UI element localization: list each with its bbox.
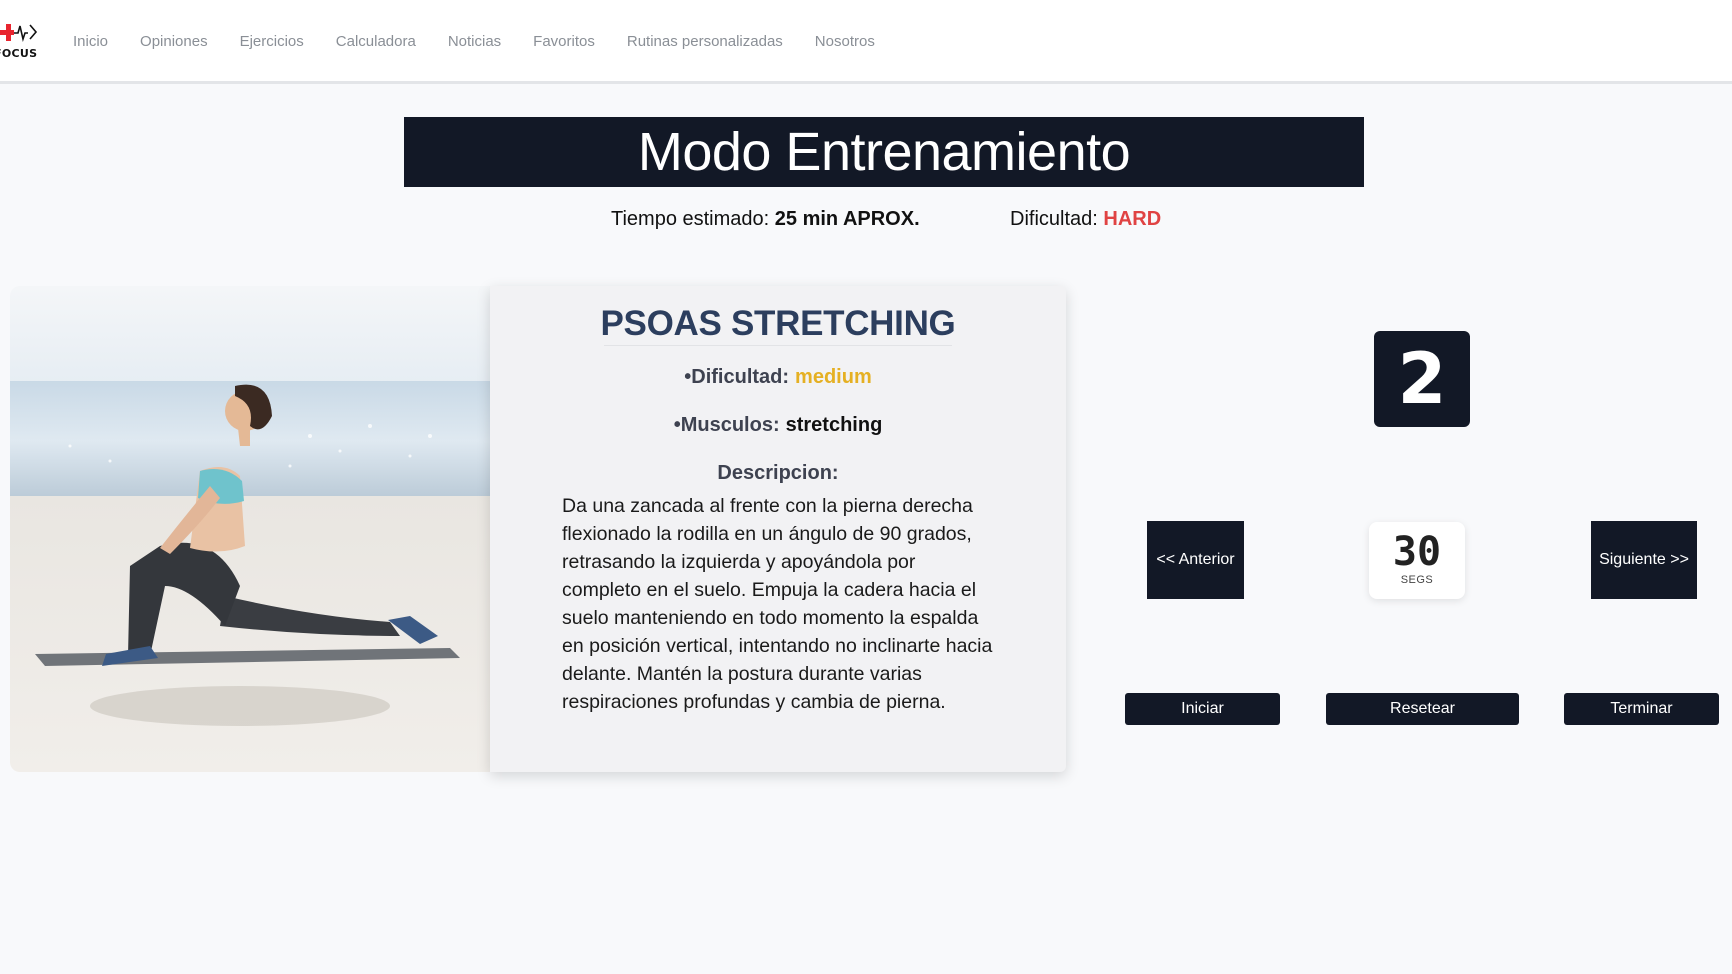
countdown-timer: 30 SEGS <box>1369 522 1465 599</box>
previous-exercise-button[interactable]: << Anterior <box>1147 521 1244 599</box>
workout-difficulty-value: HARD <box>1103 208 1162 230</box>
workout-meta: Tiempo estimado: 25 min APROX. Dificulta… <box>0 208 1732 234</box>
exercise-info-card: PSOAS STRETCHING •Dificultad: medium •Mus… <box>490 286 1066 772</box>
next-exercise-button[interactable]: Siguiente >> <box>1591 521 1697 599</box>
nav-item-calculadora[interactable]: Calculadora <box>336 33 416 50</box>
exercise-name: PSOAS STRETCHING <box>600 304 956 343</box>
exercise-muscles-value: stretching <box>785 414 883 436</box>
divider <box>604 345 952 346</box>
navbar: FOCUS Inicio Opiniones Ejercicios Calcul… <box>0 0 1732 84</box>
page-title-bar: Modo Entrenamiento <box>404 117 1364 187</box>
nav-item-opiniones[interactable]: Opiniones <box>140 33 208 50</box>
nav-item-ejercicios[interactable]: Ejercicios <box>240 33 304 50</box>
nav-item-rutinas-personalizadas[interactable]: Rutinas personalizadas <box>627 33 783 50</box>
timer-unit: SEGS <box>1400 574 1434 586</box>
start-button[interactable]: Iniciar <box>1125 693 1280 725</box>
reset-button[interactable]: Resetear <box>1326 693 1519 725</box>
estimated-time: Tiempo estimado: 25 min APROX. <box>611 208 920 231</box>
nav-item-favoritos[interactable]: Favoritos <box>533 33 595 50</box>
finish-button[interactable]: Terminar <box>1564 693 1719 725</box>
estimated-time-label: Tiempo estimado: <box>611 208 770 230</box>
workout-difficulty-label: Dificultad: <box>1010 208 1098 230</box>
nav-item-nosotros[interactable]: Nosotros <box>815 33 875 50</box>
estimated-time-value: 25 min APROX. <box>774 208 920 230</box>
main-nav: Inicio Opiniones Ejercicios Calculadora … <box>73 33 907 50</box>
exercise-image <box>10 286 490 772</box>
exercise-difficulty-value: medium <box>795 366 872 388</box>
exercise-muscles: •Musculos: stretching <box>490 414 1066 437</box>
exercise-difficulty-label: •Dificultad: <box>684 366 790 388</box>
brand-logo-text: FOCUS <box>0 47 38 60</box>
exercise-description-label: Descripcion: <box>717 462 839 484</box>
exercise-number: 2 <box>1374 331 1470 427</box>
workout-difficulty: Dificultad: HARD <box>1010 208 1161 231</box>
exercise-description: Da una zancada al frente con la pierna d… <box>562 495 993 713</box>
dumbbell-pulse-icon <box>0 24 38 42</box>
exercise-difficulty: •Dificultad: medium <box>490 366 1066 389</box>
page-title: Modo Entrenamiento <box>637 122 1131 182</box>
woman-stretching-on-beach-photo <box>10 286 490 772</box>
exercise-muscles-label: •Musculos: <box>673 414 780 436</box>
timer-seconds: 30 <box>1392 529 1442 575</box>
brand-logo[interactable]: FOCUS <box>0 20 40 64</box>
nav-item-inicio[interactable]: Inicio <box>73 33 108 50</box>
nav-item-noticias[interactable]: Noticias <box>448 33 501 50</box>
